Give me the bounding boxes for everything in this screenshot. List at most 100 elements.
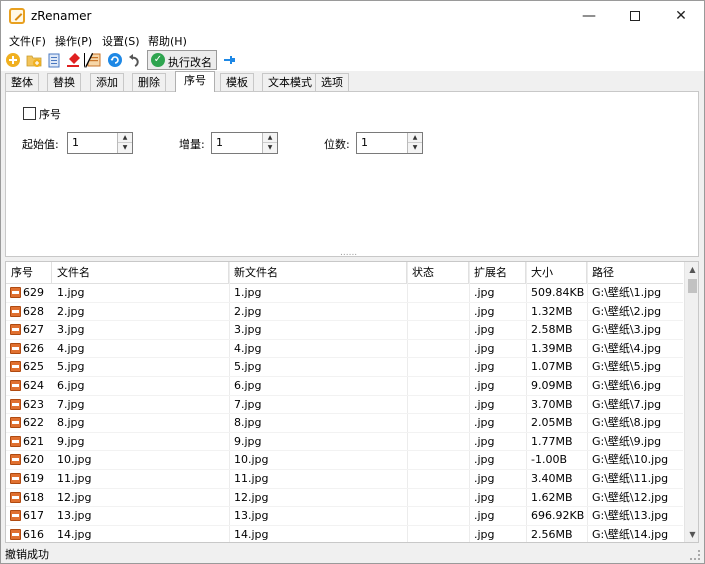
start-value-stepper[interactable]: 1 ▲ ▼ [67,132,133,154]
column-header-path[interactable]: 路径 [587,262,683,284]
menu-file[interactable]: 文件(F) [9,33,46,49]
start-value-up-button[interactable]: ▲ [118,133,132,143]
execute-rename-button[interactable]: ✓ 执行改名 [147,50,217,70]
seq-cell: 616 [6,526,52,542]
resize-grip-icon[interactable] [690,550,700,560]
extension-cell: .jpg [474,416,495,430]
digits-stepper[interactable]: 1 ▲ ▼ [356,132,423,154]
close-button[interactable]: ✕ [658,1,704,31]
step-up-button[interactable]: ▲ [263,133,277,143]
table-row[interactable]: 619 11.jpg 11.jpg .jpg 3.40MB G:\壁纸\11.jpg [6,470,683,489]
start-value-down-button[interactable]: ▼ [118,143,132,153]
mouse-cursor-icon [85,53,92,67]
extension-cell: .jpg [474,397,495,411]
maximize-button[interactable] [612,1,658,31]
table-row[interactable]: 629 1.jpg 1.jpg .jpg 509.84KB G:\壁纸\1.jpg [6,284,683,303]
add-folder-icon[interactable] [26,52,42,68]
status-cell [407,284,469,302]
new-file-name-cell: 9.jpg [234,434,262,448]
minimize-button[interactable]: — [566,1,612,31]
clipboard-icon[interactable] [46,52,62,68]
image-file-icon [10,324,21,336]
vertical-scrollbar[interactable]: ▲ ▼ [684,262,698,542]
seq-cell: 619 [6,470,52,488]
table-row[interactable]: 628 2.jpg 2.jpg .jpg 1.32MB G:\壁纸\2.jpg [6,303,683,322]
size-cell: 696.92KB [531,509,585,523]
extension-cell: .jpg [474,434,495,448]
menu-help[interactable]: 帮助(H) [148,33,187,49]
seq-cell: 621 [6,433,52,451]
tab-delete[interactable]: 删除 [132,73,166,91]
table-row[interactable]: 616 14.jpg 14.jpg .jpg 2.56MB G:\壁纸\14.jpg [6,526,683,542]
seq-number: 624 [23,378,44,392]
table-row[interactable]: 617 13.jpg 13.jpg .jpg 696.92KB G:\壁纸\13.jpg [6,507,683,526]
menu-operation[interactable]: 操作(P) [55,33,92,49]
tab-template[interactable]: 模板 [220,73,254,91]
file-name-cell: 4.jpg [57,341,85,355]
step-spin-buttons: ▲ ▼ [262,133,277,153]
path-cell: G:\壁纸\10.jpg [592,453,669,467]
column-header-filename[interactable]: 文件名 [52,262,229,284]
size-cell: 2.58MB [531,323,573,337]
digits-down-button[interactable]: ▼ [408,143,422,153]
window-title: zRenamer [31,9,92,23]
table-row[interactable]: 620 10.jpg 10.jpg .jpg -1.00B G:\壁纸\10.jpg [6,451,683,470]
table-row[interactable]: 621 9.jpg 9.jpg .jpg 1.77MB G:\壁纸\9.jpg [6,433,683,452]
file-name-cell: 9.jpg [57,434,85,448]
scroll-up-arrow-icon[interactable]: ▲ [685,262,698,277]
table-row[interactable]: 622 8.jpg 8.jpg .jpg 2.05MB G:\壁纸\8.jpg [6,414,683,433]
sequence-checkbox[interactable] [23,107,36,120]
table-row[interactable]: 624 6.jpg 6.jpg .jpg 9.09MB G:\壁纸\6.jpg [6,377,683,396]
path-cell: G:\壁纸\12.jpg [592,490,669,504]
seq-cell: 629 [6,284,52,302]
file-name-cell: 7.jpg [57,397,85,411]
seq-cell: 622 [6,414,52,432]
tab-sequence[interactable]: 序号 [175,71,215,92]
file-list-rows: 629 1.jpg 1.jpg .jpg 509.84KB G:\壁纸\1.jpg 628 2… [6,284,683,542]
tab-options[interactable]: 选项 [315,73,349,91]
digits-value-text: 1 [361,136,368,149]
tab-replace[interactable]: 替换 [47,73,81,91]
table-row[interactable]: 618 12.jpg 12.jpg .jpg 1.62MB G:\壁纸\12.jpg [6,489,683,508]
scrollbar-thumb[interactable] [688,279,697,293]
seq-number: 627 [23,323,44,337]
column-header-size[interactable]: 大小 [526,262,587,284]
new-file-name-cell: 10.jpg [234,453,269,467]
path-cell: G:\壁纸\6.jpg [592,378,662,392]
image-file-icon [10,472,21,484]
status-text: 撤销成功 [5,548,49,561]
path-cell: G:\壁纸\4.jpg [592,341,662,355]
tab-overall[interactable]: 整体 [5,73,39,91]
column-header-extension[interactable]: 扩展名 [469,262,526,284]
size-cell: 1.32MB [531,304,573,318]
clear-red-icon[interactable] [66,52,82,68]
column-header-new-filename[interactable]: 新文件名 [229,262,407,284]
size-cell: 1.62MB [531,490,573,504]
step-stepper[interactable]: 1 ▲ ▼ [211,132,278,154]
size-cell: 3.70MB [531,397,573,411]
undo-icon[interactable] [127,52,143,68]
size-cell: 509.84KB [531,286,585,299]
size-cell: 1.39MB [531,341,573,355]
maximize-icon [630,11,640,21]
path-cell: G:\壁纸\7.jpg [592,397,662,411]
table-row[interactable]: 626 4.jpg 4.jpg .jpg 1.39MB G:\壁纸\4.jpg [6,340,683,359]
tab-text-mode[interactable]: 文本模式 [262,73,318,91]
menu-settings[interactable]: 设置(S) [102,33,140,49]
tab-add[interactable]: 添加 [90,73,124,91]
digits-up-button[interactable]: ▲ [408,133,422,143]
path-cell: G:\壁纸\2.jpg [592,304,662,318]
table-row[interactable]: 627 3.jpg 3.jpg .jpg 2.58MB G:\壁纸\3.jpg [6,321,683,340]
digits-spin-buttons: ▲ ▼ [407,133,422,153]
table-row[interactable]: 625 5.jpg 5.jpg .jpg 1.07MB G:\壁纸\5.jpg [6,358,683,377]
refresh-icon[interactable] [107,52,123,68]
table-row[interactable]: 623 7.jpg 7.jpg .jpg 3.70MB G:\壁纸\7.jpg [6,396,683,415]
pin-icon[interactable] [221,52,237,68]
step-label: 增量: [179,138,205,151]
step-down-button[interactable]: ▼ [263,143,277,153]
column-header-seq[interactable]: 序号 [6,262,52,284]
add-file-icon[interactable] [5,52,21,68]
scroll-down-arrow-icon[interactable]: ▼ [685,527,698,542]
column-header-status[interactable]: 状态 [407,262,469,284]
image-file-icon [10,435,21,447]
